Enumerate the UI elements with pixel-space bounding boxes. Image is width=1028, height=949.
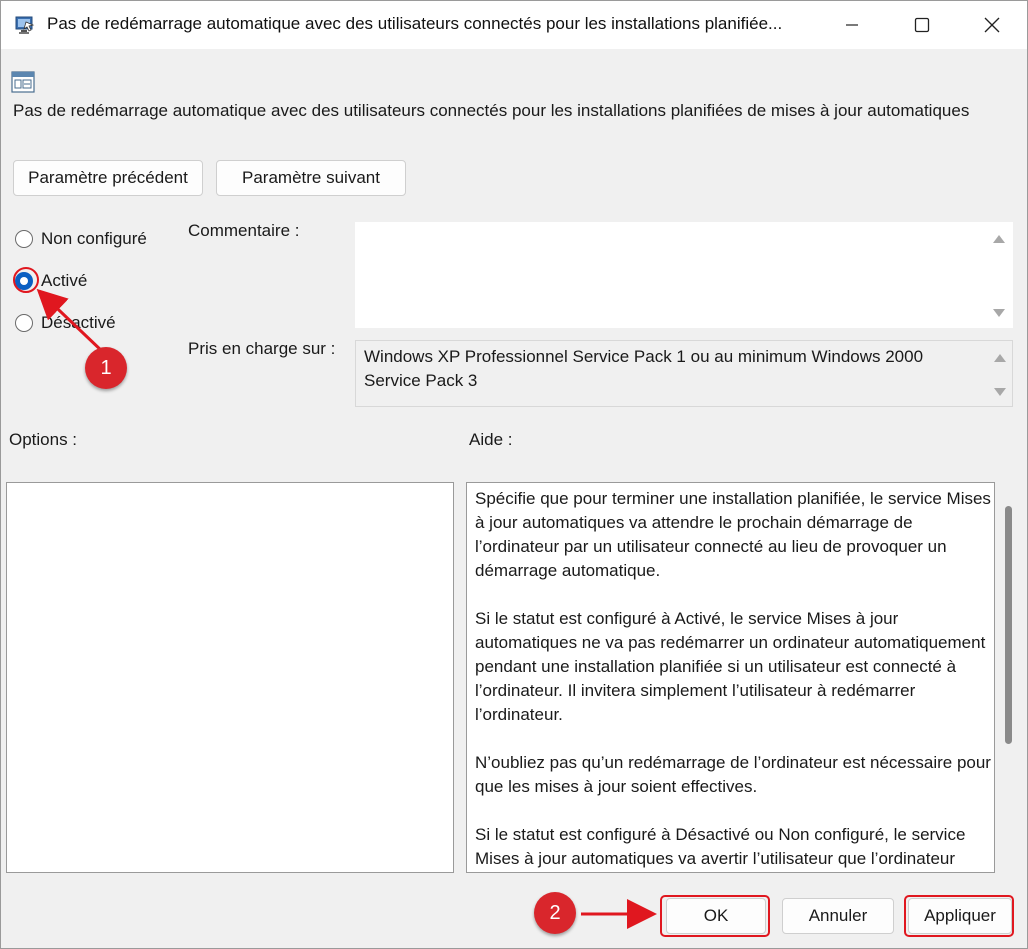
annotation-arrows (36, 288, 657, 929)
arrow-to-enabled (36, 288, 106, 355)
step-badge-1: 1 (85, 347, 127, 389)
policy-dialog: Pas de redémarrage automatique avec des … (0, 0, 1028, 949)
step-badge-2: 2 (534, 892, 576, 934)
